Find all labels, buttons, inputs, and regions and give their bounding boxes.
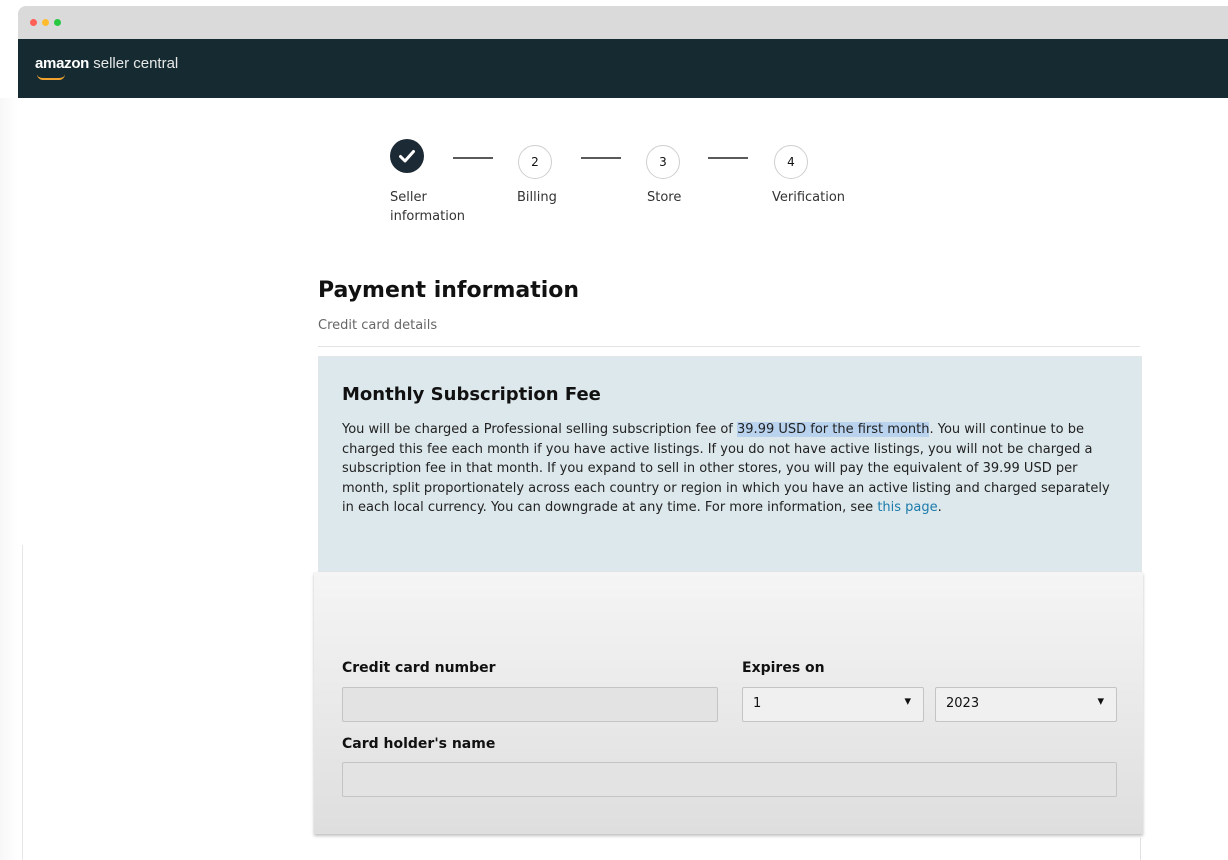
step-4-label: Verification: [772, 190, 846, 205]
site-header: amazon seller central: [18, 39, 1228, 98]
step-connector: [708, 157, 748, 159]
card-number-label: Credit card number: [342, 660, 496, 676]
right-divider: [1140, 838, 1141, 860]
card-holder-label: Card holder's name: [342, 736, 496, 752]
minimize-window-button[interactable]: [42, 19, 49, 26]
close-window-button[interactable]: [30, 19, 37, 26]
logo-brand-text: amazon: [35, 55, 90, 72]
step-2-label: Billing: [517, 190, 557, 205]
more-info-link[interactable]: this page: [877, 500, 937, 515]
expiry-month-value: 1: [753, 696, 762, 711]
subscription-fee-notice: Monthly Subscription Fee You will be cha…: [318, 356, 1142, 572]
step-connector: [453, 157, 493, 159]
checkmark-icon: [399, 150, 415, 163]
page-subtitle: Credit card details: [318, 318, 438, 333]
left-divider: [22, 545, 23, 860]
highlighted-fee-text: 39.99 USD for the first month: [737, 422, 930, 437]
window-titlebar: [18, 6, 1228, 39]
step-3-number: 3: [646, 145, 680, 179]
fee-description: You will be charged a Professional selli…: [342, 422, 1110, 516]
amazon-seller-central-logo[interactable]: amazon seller central: [35, 55, 178, 72]
page-title: Payment information: [318, 278, 580, 303]
step-3-label: Store: [647, 190, 682, 205]
card-number-input[interactable]: [342, 687, 718, 722]
dropdown-caret-icon: ▾: [1097, 694, 1104, 709]
left-gutter: [0, 98, 18, 860]
fee-title: Monthly Subscription Fee: [342, 384, 601, 405]
section-divider: [318, 346, 1140, 347]
expiry-year-value: 2023: [946, 696, 980, 711]
expires-on-label: Expires on: [742, 660, 825, 676]
credit-card-form: Credit card number Expires on 1 ▾ 2023 ▾…: [314, 572, 1143, 834]
step-1-completed-icon: [390, 139, 424, 173]
step-connector: [581, 157, 621, 159]
step-4-number: 4: [774, 145, 808, 179]
dropdown-caret-icon: ▾: [904, 694, 911, 709]
card-holder-name-input[interactable]: [342, 762, 1117, 797]
logo-smile-icon: [37, 74, 65, 80]
expiry-month-select[interactable]: 1 ▾: [742, 687, 924, 722]
step-2-number: 2: [518, 145, 552, 179]
maximize-window-button[interactable]: [54, 19, 61, 26]
expiry-year-select[interactable]: 2023 ▾: [935, 687, 1117, 722]
logo-product-text: seller central: [89, 55, 179, 72]
step-1-label: Seller information: [390, 190, 466, 224]
